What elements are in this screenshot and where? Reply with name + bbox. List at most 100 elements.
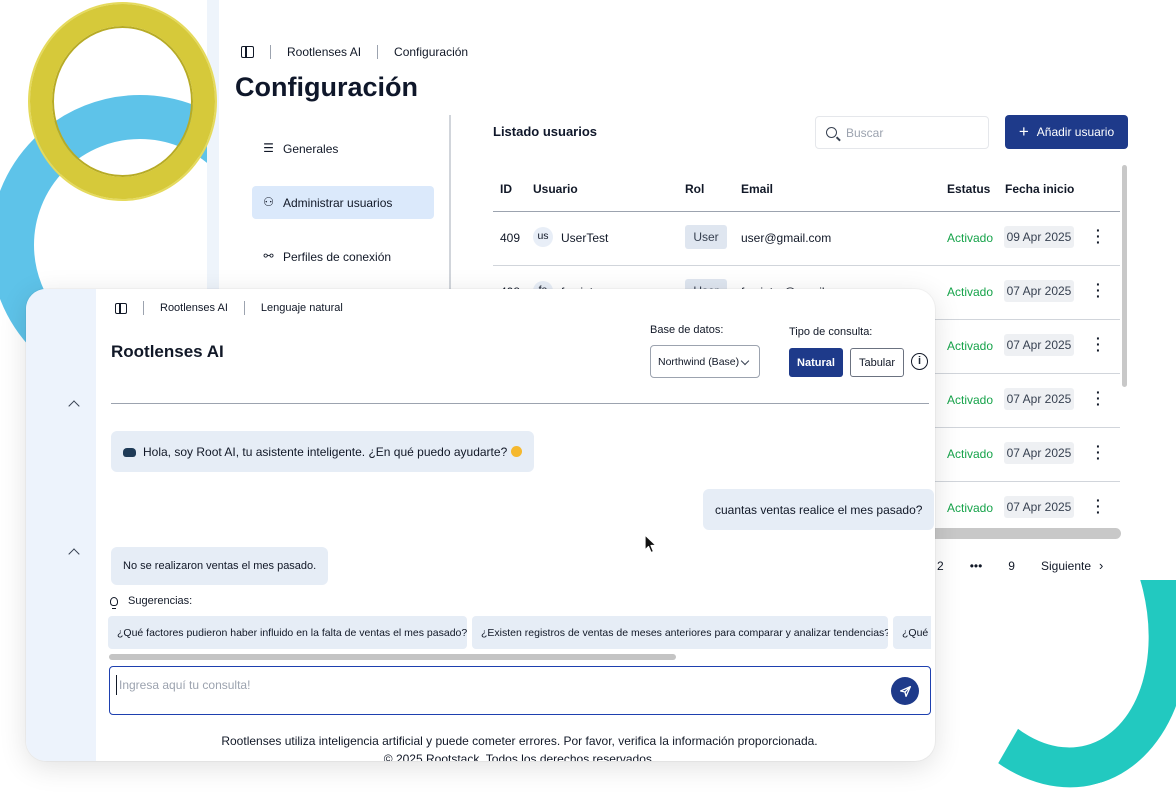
breadcrumb-item[interactable]: Rootlenses AI	[287, 45, 361, 59]
user-name: UserTest	[561, 231, 609, 245]
search-icon	[826, 127, 837, 138]
info-icon[interactable]: i	[911, 353, 928, 370]
ai-disclaimer: Rootlenses utiliza inteligencia artifici…	[221, 734, 818, 748]
table-vertical-scrollbar[interactable]	[1122, 165, 1127, 387]
search-placeholder: Buscar	[846, 125, 884, 140]
copyright: © 2025 Rootstack. Todos los derechos res…	[383, 752, 656, 761]
database-label: Base de datos:	[650, 324, 724, 336]
nav-item-administrar-usuarios[interactable]: ⚇ Administrar usuarios	[252, 186, 434, 219]
bot-message: No se realizaron ventas el mes pasado.	[111, 547, 329, 585]
role-badge: User	[685, 225, 727, 249]
query-input[interactable]	[116, 675, 876, 695]
more-vertical-icon[interactable]: · · ·	[1096, 331, 1101, 357]
more-vertical-icon[interactable]: · · ·	[1096, 277, 1101, 303]
page-button[interactable]: 2	[937, 559, 944, 573]
column-header[interactable]: Email	[741, 182, 773, 196]
add-user-label: Añadir usuario	[1036, 125, 1115, 139]
suggestions-scrollbar[interactable]	[109, 654, 676, 660]
more-vertical-icon[interactable]: · · ·	[1096, 439, 1101, 465]
message-text: No se realizaron ventas el mes pasado.	[123, 560, 317, 572]
breadcrumb-separator	[377, 45, 379, 59]
chevron-right-icon[interactable]: ›	[1099, 558, 1103, 573]
plus-icon: +	[1018, 122, 1029, 141]
chat-sidebar	[26, 289, 96, 761]
database-select[interactable]: Northwind (Base)	[650, 345, 760, 378]
suggestions-header: Sugerencias:	[110, 595, 193, 609]
users-list-title: Listado usuarios	[493, 124, 598, 139]
start-date: 07 Apr 2025	[1004, 280, 1074, 302]
sidebar-toggle-icon[interactable]	[241, 46, 254, 58]
smile-emoji-icon	[511, 446, 523, 457]
next-page-button[interactable]: Siguiente	[1041, 559, 1091, 573]
nav-item-perfiles-conexion[interactable]: ⚯ Perfiles de conexión	[252, 240, 434, 273]
chat-topbar: Rootlenses AI Lenguaje natural	[115, 301, 343, 315]
user-email: user@gmail.com	[741, 231, 832, 245]
query-type-natural-button[interactable]: Natural	[789, 348, 843, 377]
robot-icon	[123, 448, 136, 457]
bot-message: Hola, soy Root AI, tu asistente intelige…	[111, 431, 535, 472]
header-divider	[111, 403, 929, 404]
nav-item-label: Administrar usuarios	[283, 195, 393, 210]
chat-window: Rootlenses AI Lenguaje natural Rootlense…	[26, 289, 935, 761]
decorative-ring-yellow	[30, 4, 215, 199]
avatar: us	[533, 227, 553, 247]
nav-item-label: Perfiles de conexión	[283, 249, 392, 264]
column-header[interactable]: ID	[500, 182, 512, 196]
search-input[interactable]: Buscar	[815, 116, 989, 149]
message-text: cuantas ventas realice el mes pasado?	[715, 502, 923, 517]
breadcrumb-separator	[243, 301, 245, 315]
more-vertical-icon[interactable]: · · ·	[1096, 493, 1101, 519]
page-title: Configuración	[235, 72, 418, 102]
connection-icon: ⚯	[263, 249, 274, 263]
table-header-row: ID Usuario Rol Email Estatus Fecha inici…	[493, 170, 1120, 212]
mouse-cursor-icon	[644, 534, 657, 554]
suggestion-chip[interactable]: ¿Qué factores pudieron haber influido en…	[108, 616, 467, 649]
more-vertical-icon[interactable]: · · ·	[1096, 385, 1101, 411]
breadcrumb-item[interactable]: Rootlenses AI	[160, 302, 228, 314]
table-row[interactable]: 409 us UserTest User user@gmail.com Acti…	[493, 212, 1120, 266]
status-badge: Activado	[947, 339, 994, 353]
column-header[interactable]: Usuario	[533, 182, 578, 196]
start-date: 07 Apr 2025	[1004, 442, 1074, 464]
page-button[interactable]: 9	[1008, 559, 1015, 573]
user-id: 409	[500, 231, 521, 245]
breadcrumb-item: Configuración	[394, 45, 469, 59]
lightbulb-icon	[110, 596, 118, 609]
column-header[interactable]: Fecha inicio	[1005, 182, 1074, 196]
user-message: cuantas ventas realice el mes pasado?	[703, 489, 935, 530]
breadcrumb-separator	[270, 45, 271, 59]
pagination-ellipsis: •••	[969, 558, 983, 573]
database-select-value: Northwind (Base)	[658, 355, 740, 368]
query-type-tabular-button[interactable]: Tabular	[850, 348, 904, 377]
start-date: 07 Apr 2025	[1004, 334, 1074, 356]
message-text: Hola, soy Root AI, tu asistente intelige…	[143, 444, 508, 459]
chevron-up-icon[interactable]	[68, 548, 80, 560]
send-button[interactable]	[891, 677, 919, 705]
suggestion-chip[interactable]: ¿Existen registros de ventas de meses an…	[472, 616, 888, 649]
sliders-icon: ☰	[263, 141, 274, 155]
more-vertical-icon[interactable]: · · ·	[1096, 223, 1101, 249]
suggestions-label: Sugerencias:	[128, 595, 193, 607]
start-date: 07 Apr 2025	[1004, 496, 1074, 518]
nav-item-label: Generales	[283, 141, 339, 156]
chevron-up-icon[interactable]	[68, 400, 80, 412]
column-header[interactable]: Estatus	[947, 182, 990, 196]
add-user-button[interactable]: + Añadir usuario	[1005, 115, 1128, 149]
status-badge: Activado	[947, 393, 994, 407]
users-icon: ⚇	[263, 195, 274, 209]
chat-title: Rootlenses AI	[111, 342, 224, 361]
send-icon	[899, 685, 911, 697]
nav-item-generales[interactable]: ☰ Generales	[252, 132, 434, 165]
start-date: 09 Apr 2025	[1004, 226, 1074, 248]
suggestion-chip[interactable]: ¿Qué	[893, 616, 931, 649]
query-box[interactable]	[109, 666, 931, 715]
config-topbar: Rootlenses AI Configuración	[241, 45, 468, 59]
status-badge: Activado	[947, 501, 994, 515]
column-header[interactable]: Rol	[685, 182, 704, 196]
status-badge: Activado	[947, 285, 994, 299]
sidebar-toggle-icon[interactable]	[115, 302, 127, 314]
query-type-label: Tipo de consulta:	[789, 326, 873, 338]
chevron-down-icon	[740, 356, 750, 366]
start-date: 07 Apr 2025	[1004, 388, 1074, 410]
table-horizontal-scrollbar[interactable]	[907, 528, 1121, 539]
